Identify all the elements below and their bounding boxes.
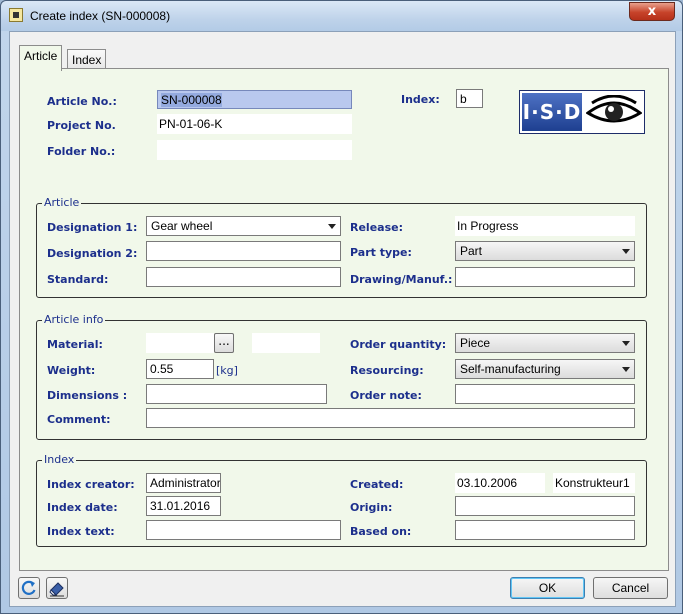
part-type-combo[interactable]: Part: [455, 241, 635, 261]
refresh-button[interactable]: [18, 577, 40, 599]
order-quantity-label: Order quantity:: [350, 338, 447, 351]
material-browse-button[interactable]: ...: [214, 333, 234, 353]
designation2-label: Designation 2:: [47, 247, 138, 260]
isd-logo: I·S·D: [519, 90, 645, 134]
designation1-label: Designation 1:: [47, 221, 138, 234]
index-creator-label: Index creator:: [47, 478, 135, 491]
order-quantity-combo[interactable]: Piece: [455, 333, 635, 353]
dialog-client: Article Index Article No.: SN-000008 Pro…: [9, 31, 676, 607]
resourcing-combo[interactable]: Self-manufacturing: [455, 359, 635, 379]
article-no-value: SN-000008: [161, 93, 222, 107]
weight-label: Weight:: [47, 364, 96, 377]
close-button[interactable]: x: [629, 2, 675, 21]
cancel-button[interactable]: Cancel: [593, 577, 668, 599]
title-bar[interactable]: Create index (SN-000008) x: [1, 1, 682, 31]
based-on-field[interactable]: [455, 520, 635, 540]
designation2-field[interactable]: [146, 241, 341, 261]
window-title: Create index (SN-000008): [30, 9, 171, 23]
origin-label: Origin:: [350, 501, 393, 514]
drawing-label: Drawing/Manuf.:: [350, 273, 453, 286]
index-group-title: Index: [42, 453, 77, 466]
dimensions-label: Dimensions :: [47, 389, 128, 402]
index-creator-field[interactable]: Administrator: [146, 473, 221, 493]
dropdown-arrow-icon: [328, 224, 336, 229]
part-type-value: Part: [460, 244, 483, 258]
index-text-label: Index text:: [47, 525, 115, 538]
resourcing-value: Self-manufacturing: [460, 362, 561, 376]
project-no-label: Project No.: [47, 119, 116, 132]
refresh-icon: [21, 580, 36, 595]
dimensions-field[interactable]: [146, 384, 327, 404]
order-quantity-value: Piece: [460, 336, 491, 350]
article-group-title: Article: [42, 196, 82, 209]
material-extra-value: [252, 333, 320, 353]
dropdown-arrow-icon: [622, 249, 630, 254]
logo-text: I·S·D: [522, 93, 582, 131]
index-field[interactable]: b: [456, 89, 483, 108]
index-text-field[interactable]: [146, 520, 341, 540]
material-label: Material:: [47, 338, 103, 351]
release-label: Release:: [350, 221, 403, 234]
standard-label: Standard:: [47, 273, 109, 286]
folder-no-value: [157, 140, 352, 160]
created-by-value: Konstrukteur1: [553, 473, 635, 493]
index-date-label: Index date:: [47, 501, 118, 514]
article-tab-panel: Article No.: SN-000008 Project No. PN-01…: [19, 68, 669, 571]
index-date-field[interactable]: 31.01.2016: [146, 496, 221, 516]
created-label: Created:: [350, 478, 404, 491]
eye-icon: [586, 95, 642, 123]
app-icon: [9, 8, 23, 22]
comment-field[interactable]: [146, 408, 635, 428]
order-note-label: Order note:: [350, 389, 422, 402]
weight-field[interactable]: 0.55: [146, 359, 214, 379]
created-date-value: 03.10.2006: [455, 473, 545, 493]
folder-no-label: Folder No.:: [47, 145, 116, 158]
comment-label: Comment:: [47, 413, 111, 426]
dropdown-arrow-icon: [622, 367, 630, 372]
eraser-icon: [49, 582, 64, 597]
project-no-value: PN-01-06-K: [157, 114, 352, 134]
designation1-combo[interactable]: Gear wheel: [146, 216, 341, 236]
material-value: [146, 333, 214, 353]
resourcing-label: Resourcing:: [350, 364, 424, 377]
dialog-window: Create index (SN-000008) x Article Index…: [0, 0, 683, 614]
dropdown-arrow-icon: [622, 341, 630, 346]
eraser-button[interactable]: [46, 577, 68, 599]
order-note-field[interactable]: [455, 384, 635, 404]
part-type-label: Part type:: [350, 246, 412, 259]
article-no-field[interactable]: SN-000008: [157, 90, 352, 109]
tab-article[interactable]: Article: [19, 45, 63, 71]
ok-button[interactable]: OK: [510, 577, 585, 599]
release-value: In Progress: [455, 216, 635, 236]
based-on-label: Based on:: [350, 525, 412, 538]
index-label: Index:: [401, 93, 440, 106]
article-no-label: Article No.:: [47, 95, 117, 108]
drawing-field[interactable]: [455, 267, 635, 287]
article-info-group-title: Article info: [42, 313, 106, 326]
origin-field[interactable]: [455, 496, 635, 516]
standard-field[interactable]: [146, 267, 341, 287]
weight-unit: [kg]: [216, 364, 238, 377]
designation1-value: Gear wheel: [151, 219, 213, 233]
